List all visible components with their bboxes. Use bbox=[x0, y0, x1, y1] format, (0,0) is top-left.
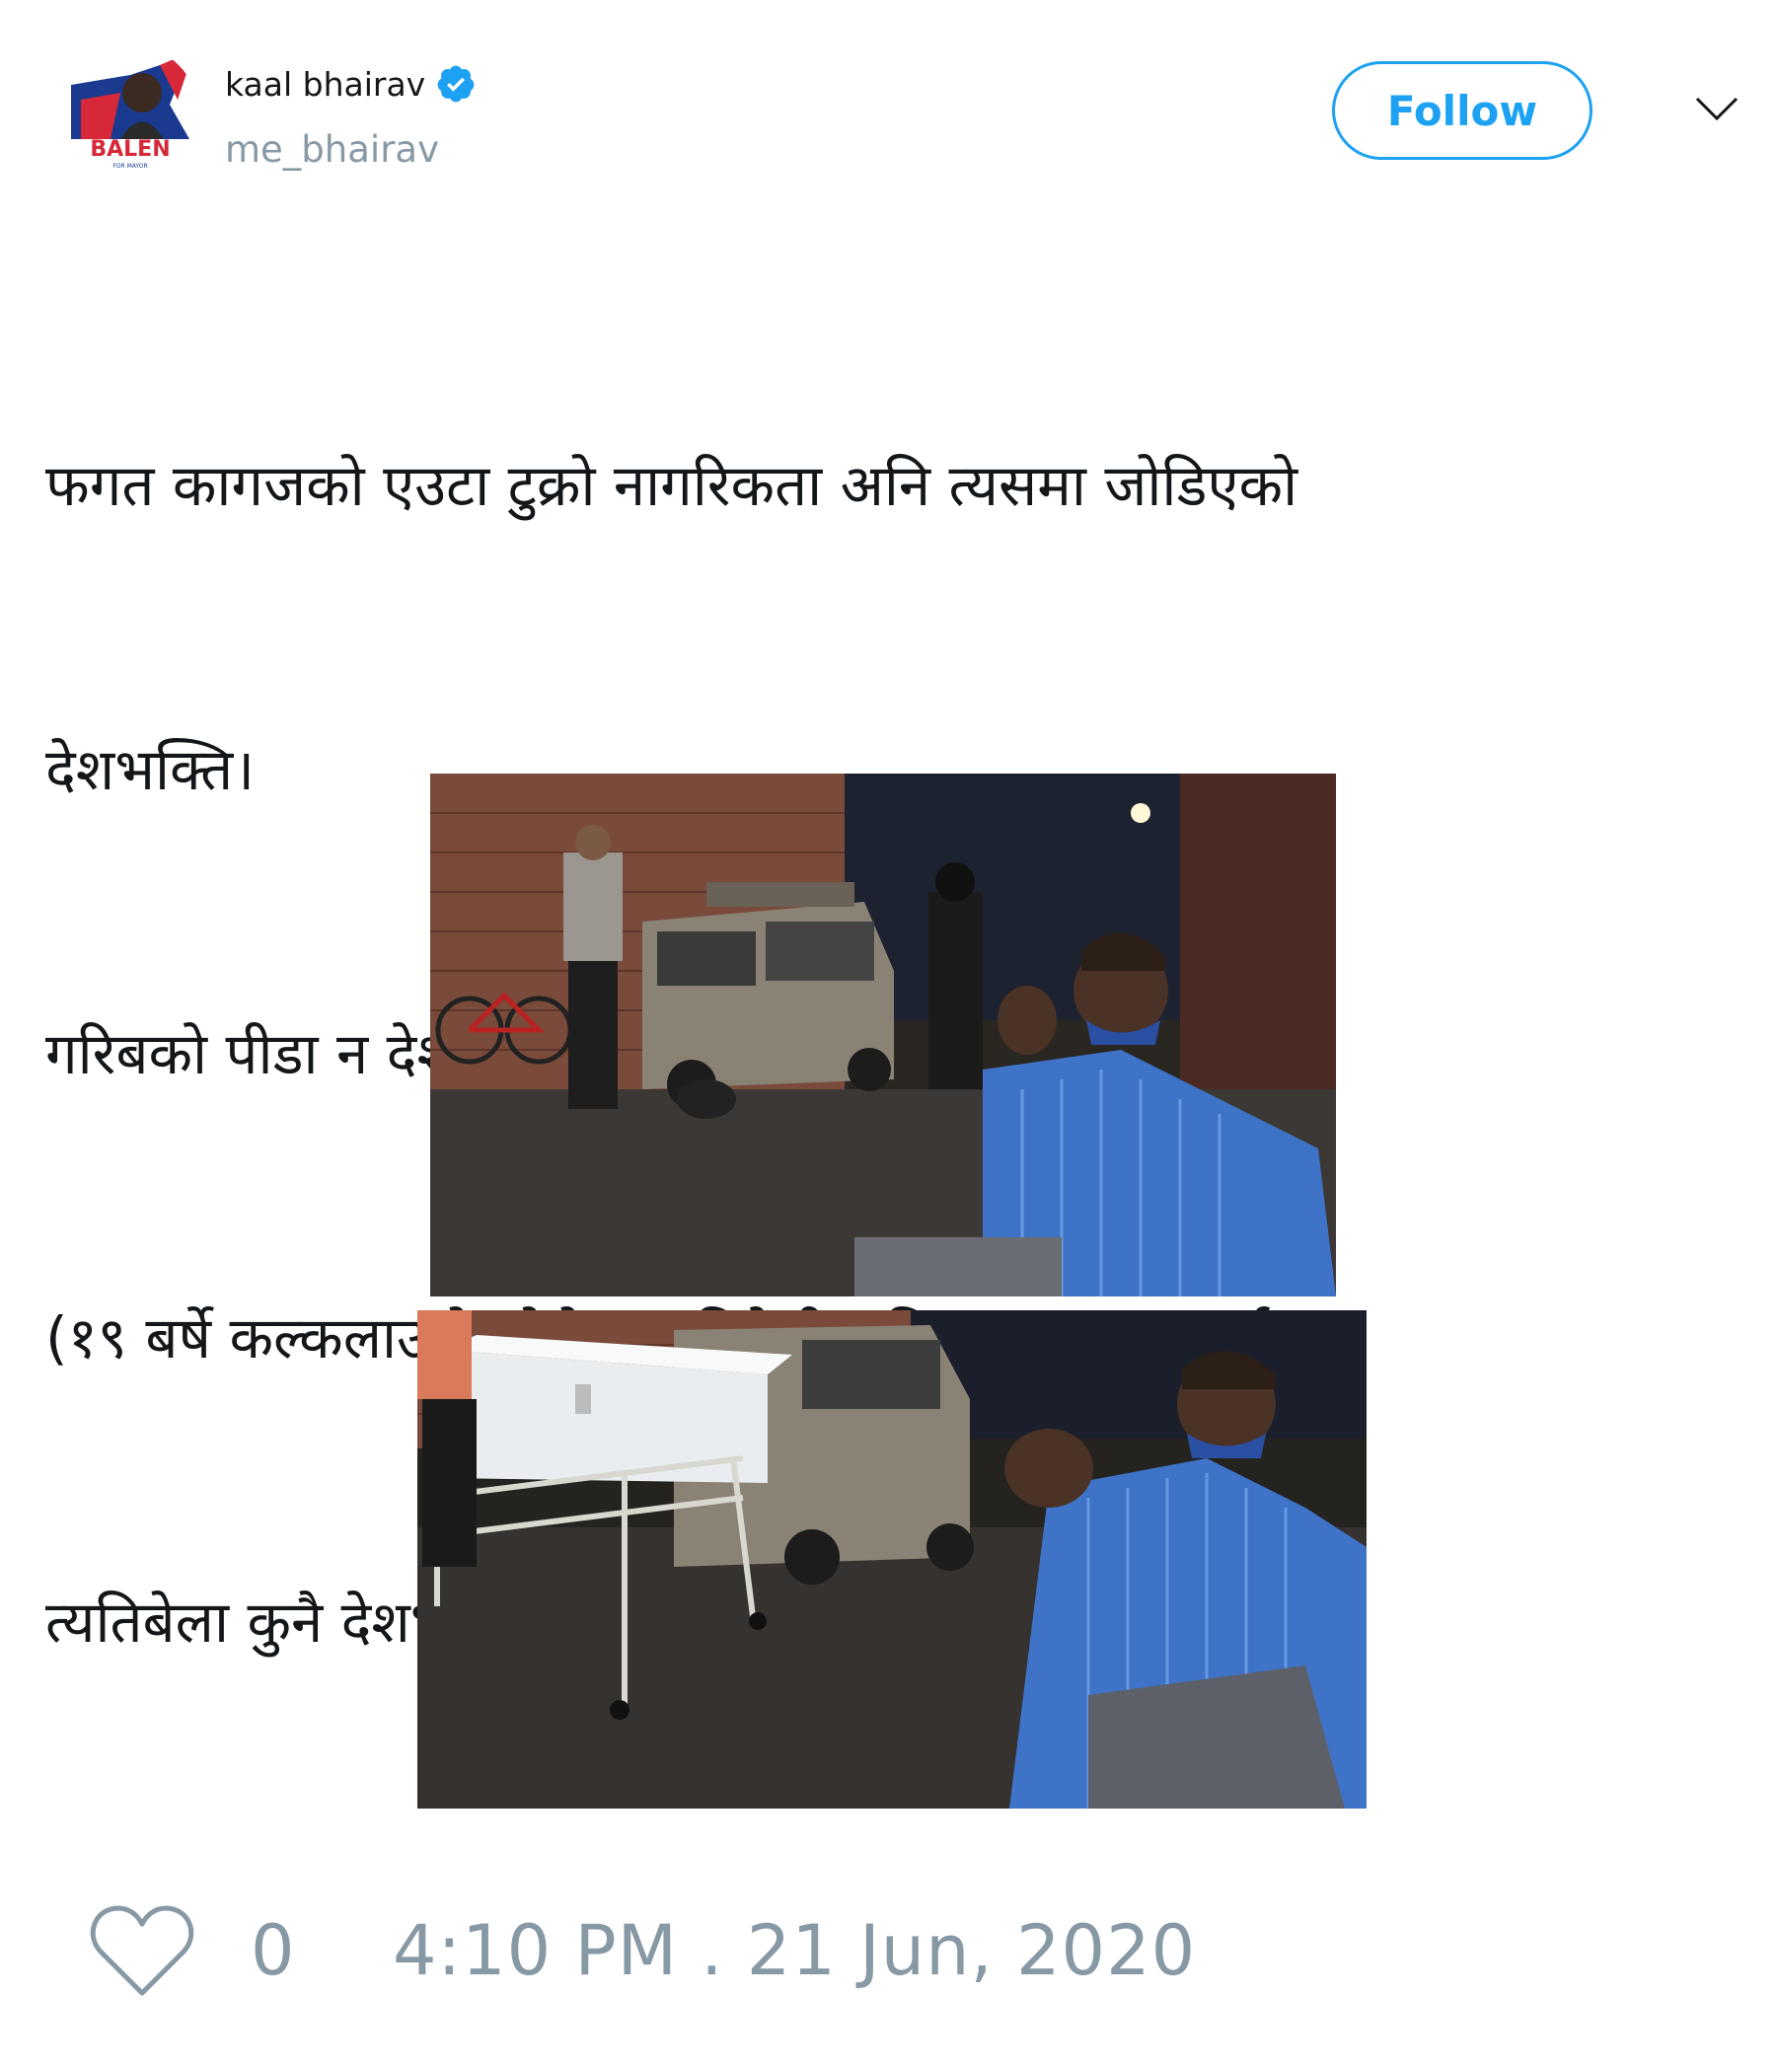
avatar-image: BALEN FOR MAYOR bbox=[61, 45, 199, 184]
heart-icon[interactable] bbox=[89, 1902, 195, 1999]
avatar[interactable]: BALEN FOR MAYOR bbox=[61, 45, 199, 184]
photo-1-image bbox=[430, 774, 1336, 1296]
like-count: 0 bbox=[251, 1910, 295, 1991]
avatar-logo-text: BALEN bbox=[90, 137, 170, 162]
chevron-down-icon[interactable] bbox=[1693, 91, 1740, 126]
tweet-card: BALEN FOR MAYOR kaal bhairav me_bhairav … bbox=[0, 0, 1776, 2072]
verified-badge-icon bbox=[437, 65, 475, 103]
photo-2-image bbox=[417, 1310, 1367, 1809]
tweet-photo-1[interactable] bbox=[430, 774, 1336, 1296]
avatar-logo-subtext: FOR MAYOR bbox=[112, 163, 147, 170]
display-name[interactable]: kaal bhairav bbox=[225, 63, 477, 105]
username[interactable]: me_bhairav bbox=[225, 128, 439, 171]
tweet-text-line: फगत कागजको एउटा टुक्रो नागरिकता अनि त्यस… bbox=[45, 452, 1298, 519]
follow-button[interactable]: Follow bbox=[1332, 61, 1592, 160]
display-name-text[interactable]: kaal bhairav bbox=[225, 65, 425, 104]
timestamp[interactable]: 4:10 PM . 21 Jun, 2020 bbox=[393, 1910, 1196, 1991]
tweet-photo-2[interactable] bbox=[417, 1310, 1367, 1809]
